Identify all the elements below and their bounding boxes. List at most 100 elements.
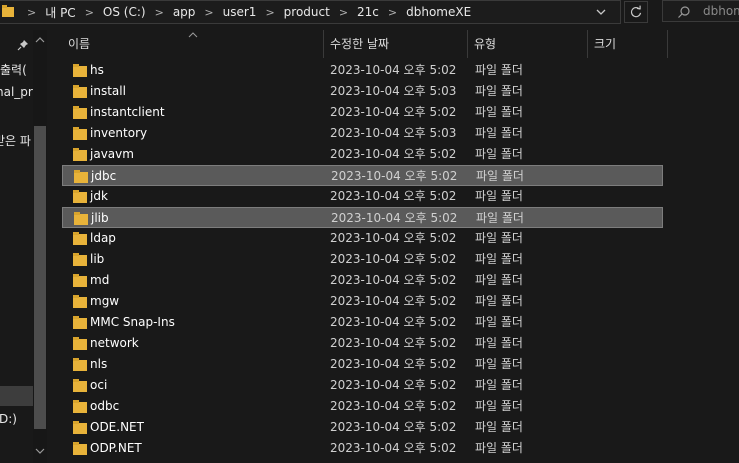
chevron-right-icon[interactable]: > (388, 6, 397, 19)
refresh-icon[interactable] (624, 1, 648, 23)
column-date[interactable]: 수정한 날짜 (324, 30, 468, 58)
file-name: instantclient (90, 105, 165, 119)
file-type: 파일 폴더 (475, 189, 523, 203)
table-row[interactable]: network 2023-10-04 오후 5:02 파일 폴더 (62, 333, 663, 354)
folder-icon (2, 5, 14, 17)
chevron-right-icon[interactable]: > (85, 6, 94, 19)
file-type: 파일 폴더 (475, 147, 523, 161)
table-row[interactable]: oci 2023-10-04 오후 5:02 파일 폴더 (62, 375, 663, 396)
chevron-down-icon[interactable] (35, 447, 45, 455)
breadcrumb-item[interactable]: app (173, 5, 196, 19)
file-name: jdbc (91, 169, 117, 183)
file-date: 2023-10-04 오후 5:02 (330, 63, 457, 77)
table-row[interactable]: ODE.NET 2023-10-04 오후 5:02 파일 폴더 (62, 417, 663, 438)
column-size[interactable]: 크기 (588, 30, 668, 58)
column-type[interactable]: 유형 (468, 30, 588, 58)
file-date: 2023-10-04 오후 5:02 (330, 378, 457, 392)
file-name: md (90, 273, 110, 287)
breadcrumb-item[interactable]: 21c (357, 5, 379, 19)
table-row[interactable]: instantclient 2023-10-04 오후 5:02 파일 폴더 (62, 102, 663, 123)
address-bar[interactable]: > 내 PC > OS (C:) > app > user1 > product… (0, 0, 621, 24)
table-row[interactable]: md 2023-10-04 오후 5:02 파일 폴더 (62, 270, 663, 291)
column-header: 이름 수정한 날짜 유형 크기 (47, 30, 739, 58)
table-row[interactable]: javavm 2023-10-04 오후 5:02 파일 폴더 (62, 144, 663, 165)
file-type: 파일 폴더 (475, 252, 523, 266)
search-icon (678, 6, 690, 18)
breadcrumb-item[interactable]: OS (C:) (103, 5, 146, 19)
file-type: 파일 폴더 (475, 273, 523, 287)
folder-icon (73, 316, 87, 329)
file-type: 파일 폴더 (475, 231, 523, 245)
breadcrumb-item[interactable]: 내 PC (45, 4, 75, 21)
search-placeholder: dbhom (703, 4, 739, 18)
file-type: 파일 폴더 (475, 399, 523, 413)
nav-item[interactable]: D:) (0, 412, 17, 426)
file-name: jdk (90, 189, 108, 203)
file-type: 파일 폴더 (475, 441, 523, 455)
pin-icon[interactable] (17, 39, 29, 51)
file-type: 파일 폴더 (475, 378, 523, 392)
table-row[interactable]: MMC Snap-Ins 2023-10-04 오후 5:02 파일 폴더 (62, 312, 663, 333)
table-row[interactable]: jlib 2023-10-04 오후 5:02 파일 폴더 (62, 207, 663, 228)
folder-icon (73, 295, 87, 308)
column-name[interactable]: 이름 (62, 30, 324, 58)
nav-item[interactable]: 받은 파 (0, 132, 31, 149)
nav-selected-item[interactable] (0, 386, 33, 406)
nav-item[interactable]: 출력( (0, 61, 27, 78)
table-row[interactable]: ODP.NET 2023-10-04 오후 5:02 파일 폴더 (62, 438, 663, 459)
folder-icon (73, 64, 87, 77)
chevron-down-icon[interactable] (592, 4, 610, 20)
folder-icon (73, 358, 87, 371)
breadcrumb-item[interactable]: dbhomeXE (406, 5, 471, 19)
table-row[interactable]: lib 2023-10-04 오후 5:02 파일 폴더 (62, 249, 663, 270)
table-row[interactable]: odbc 2023-10-04 오후 5:02 파일 폴더 (62, 396, 663, 417)
table-row[interactable]: nls 2023-10-04 오후 5:02 파일 폴더 (62, 354, 663, 375)
chevron-up-icon[interactable] (35, 36, 45, 44)
chevron-right-icon[interactable]: > (27, 6, 36, 19)
folder-icon (73, 442, 87, 455)
breadcrumb: > 내 PC > OS (C:) > app > user1 > product… (18, 1, 471, 23)
file-type: 파일 폴더 (475, 105, 523, 119)
table-row[interactable]: hs 2023-10-04 오후 5:02 파일 폴더 (62, 60, 663, 81)
table-row[interactable]: mgw 2023-10-04 오후 5:02 파일 폴더 (62, 291, 663, 312)
file-date: 2023-10-04 오후 5:02 (330, 357, 457, 371)
file-date: 2023-10-04 오후 5:02 (330, 105, 457, 119)
file-date: 2023-10-04 오후 5:03 (330, 126, 457, 140)
file-name: ODP.NET (90, 441, 142, 455)
chevron-right-icon[interactable]: > (339, 6, 348, 19)
folder-icon (73, 85, 87, 98)
file-type: 파일 폴더 (476, 211, 524, 225)
search-input[interactable]: dbhom (662, 0, 739, 22)
folder-icon (73, 337, 87, 350)
address-bar-area: > 내 PC > OS (C:) > app > user1 > product… (0, 0, 739, 26)
chevron-right-icon[interactable]: > (204, 6, 213, 19)
table-row[interactable]: inventory 2023-10-04 오후 5:03 파일 폴더 (62, 123, 663, 144)
file-type: 파일 폴더 (475, 84, 523, 98)
file-name: javavm (90, 147, 134, 161)
table-row[interactable]: jdk 2023-10-04 오후 5:02 파일 폴더 (62, 186, 663, 207)
table-row[interactable]: install 2023-10-04 오후 5:03 파일 폴더 (62, 81, 663, 102)
breadcrumb-item[interactable]: user1 (223, 5, 257, 19)
chevron-right-icon[interactable]: > (265, 6, 274, 19)
folder-icon (73, 421, 87, 434)
file-date: 2023-10-04 오후 5:02 (330, 231, 457, 245)
file-date: 2023-10-04 오후 5:02 (330, 399, 457, 413)
folder-icon (73, 106, 87, 119)
file-list: 이름 수정한 날짜 유형 크기 hs 2023-10-04 오후 5:02 파일 폴… (47, 30, 739, 463)
nav-scrollbar-thumb[interactable] (34, 126, 46, 429)
navigation-pane: 출력( nal_pra 받은 파 D:) (0, 30, 47, 463)
folder-icon (73, 400, 87, 413)
table-row[interactable]: jdbc 2023-10-04 오후 5:02 파일 폴더 (62, 165, 663, 186)
table-row[interactable]: ldap 2023-10-04 오후 5:02 파일 폴더 (62, 228, 663, 249)
file-date: 2023-10-04 오후 5:02 (330, 147, 457, 161)
folder-icon (73, 253, 87, 266)
file-date: 2023-10-04 오후 5:02 (330, 315, 457, 329)
file-type: 파일 폴더 (475, 336, 523, 350)
file-name: MMC Snap-Ins (90, 315, 175, 329)
breadcrumb-item[interactable]: product (284, 5, 330, 19)
file-name: hs (90, 63, 104, 77)
file-name: oci (90, 378, 108, 392)
chevron-right-icon[interactable]: > (155, 6, 164, 19)
file-name: inventory (90, 126, 148, 140)
file-name: ldap (90, 231, 116, 245)
